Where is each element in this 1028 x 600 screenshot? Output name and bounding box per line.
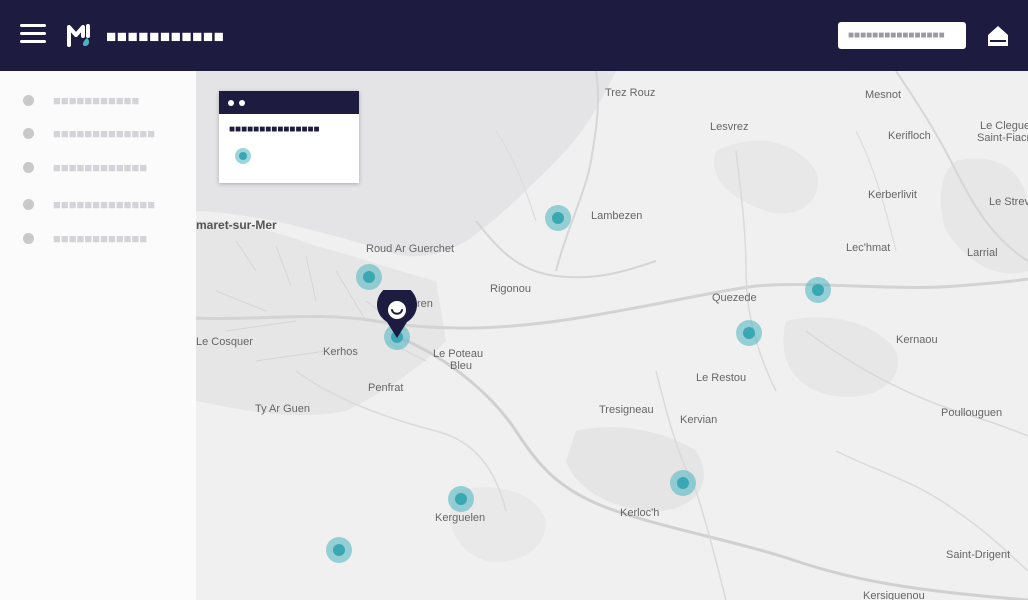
svg-text:Kerifloch: Kerifloch (888, 130, 931, 142)
hamburger-menu-icon[interactable] (20, 24, 46, 46)
svg-text:Saint-Drigent: Saint-Drigent (946, 549, 1010, 561)
svg-text:Lesvrez: Lesvrez (710, 121, 749, 133)
sidebar-item-label: ■■■■■■■■■■■■ (53, 231, 148, 246)
svg-text:Le Strev: Le Strev (989, 196, 1028, 208)
svg-text:Kerberlivit: Kerberlivit (868, 189, 917, 201)
svg-text:Roud Ar Guerchet: Roud Ar Guerchet (366, 243, 454, 255)
svg-text:Tresigneau: Tresigneau (599, 404, 654, 416)
app-logo-icon[interactable] (66, 22, 94, 48)
sidebar-item-1[interactable]: ■■■■■■■■■■■ (22, 90, 192, 112)
sidebar-item-label: ■■■■■■■■■■■■■ (53, 126, 156, 141)
popup-title: ■■■■■■■■■■■■■■■ (229, 124, 320, 135)
sidebar: ■■■■■■■■■■■ ■■■■■■■■■■■■■ ■■■■■■■■■■■■ ■… (0, 71, 196, 600)
svg-text:Poullouguen: Poullouguen (941, 407, 1002, 419)
sidebar-item-5[interactable]: ■■■■■■■■■■■■ (22, 228, 192, 250)
sidebar-item-label: ■■■■■■■■■■■ (53, 93, 140, 108)
svg-text:Le Cosquer: Le Cosquer (196, 336, 253, 348)
map-marker[interactable] (670, 470, 696, 496)
popup-header (219, 91, 359, 114)
svg-text:Kersiguenou: Kersiguenou (863, 590, 925, 600)
svg-text:Le Restou: Le Restou (696, 372, 746, 384)
svg-text:Kerloc'h: Kerloc'h (620, 507, 659, 519)
bullet-icon (23, 233, 34, 244)
sidebar-item-4[interactable]: ■■■■■■■■■■■■■ (22, 194, 192, 216)
map-marker[interactable] (448, 486, 474, 512)
map-marker[interactable] (805, 277, 831, 303)
svg-text:Lambezen: Lambezen (591, 210, 642, 222)
dot-icon (239, 100, 245, 106)
marker-popup[interactable]: ■■■■■■■■■■■■■■■ (219, 91, 359, 183)
home-icon[interactable] (984, 22, 1012, 50)
location-pin-icon[interactable] (377, 290, 417, 340)
svg-text:Le Poteau: Le Poteau (433, 348, 483, 360)
top-bar: ■■■■■■■■■■■ (0, 0, 1028, 71)
bullet-icon (23, 199, 34, 210)
search-input[interactable] (838, 22, 966, 49)
map-marker[interactable] (545, 205, 571, 231)
sidebar-item-label: ■■■■■■■■■■■■■ (53, 197, 156, 212)
sidebar-item-2[interactable]: ■■■■■■■■■■■■■ (22, 123, 192, 145)
svg-text:Kerguelen: Kerguelen (435, 512, 485, 524)
svg-text:Kernaou: Kernaou (896, 334, 938, 346)
bullet-icon (23, 162, 34, 173)
bullet-icon (23, 95, 34, 106)
svg-text:Rigonou: Rigonou (490, 283, 531, 295)
sidebar-item-3[interactable]: ■■■■■■■■■■■■ (22, 157, 192, 179)
svg-text:Mesnot: Mesnot (865, 89, 901, 101)
svg-text:Trez Rouz: Trez Rouz (605, 87, 655, 99)
map-marker[interactable] (356, 264, 382, 290)
svg-text:ren: ren (417, 298, 433, 310)
app-title: ■■■■■■■■■■■ (106, 27, 225, 46)
svg-text:Saint-Fiacr: Saint-Fiacr (977, 132, 1028, 144)
svg-text:Kerhos: Kerhos (323, 346, 358, 358)
popup-marker-icon (235, 148, 251, 164)
svg-text:Larrial: Larrial (967, 247, 998, 259)
svg-text:Le Clegueu: Le Clegueu (980, 120, 1028, 132)
map-marker[interactable] (736, 320, 762, 346)
dot-icon (228, 100, 234, 106)
svg-text:Kervian: Kervian (680, 414, 717, 426)
svg-text:Ty Ar Guen: Ty Ar Guen (255, 403, 310, 415)
map-marker[interactable] (326, 537, 352, 563)
svg-text:Lec'hmat: Lec'hmat (846, 242, 890, 254)
svg-text:maret-sur-Mer: maret-sur-Mer (196, 218, 277, 232)
bullet-icon (23, 128, 34, 139)
svg-text:Penfrat: Penfrat (368, 382, 403, 394)
svg-text:Bleu: Bleu (450, 360, 472, 372)
sidebar-item-label: ■■■■■■■■■■■■ (53, 160, 148, 175)
svg-text:Quezede: Quezede (712, 292, 757, 304)
